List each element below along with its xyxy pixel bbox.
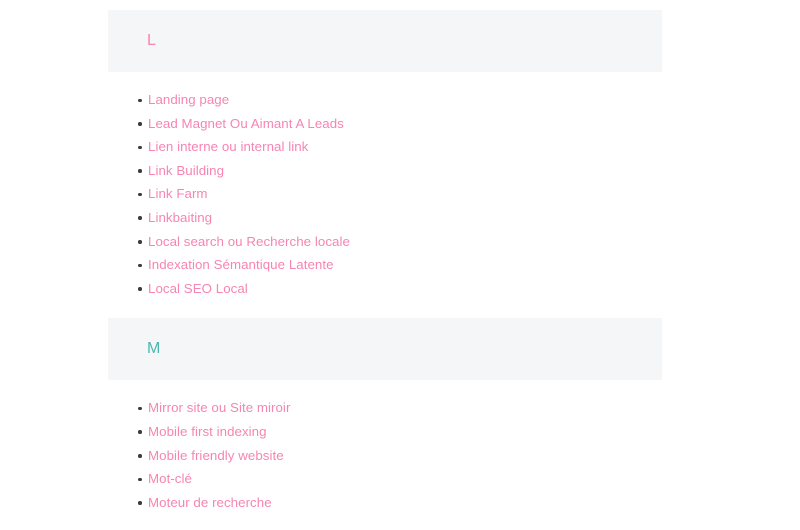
term-link[interactable]: Link Building	[148, 163, 224, 178]
list-item: Mobile first indexing	[0, 420, 800, 444]
term-link[interactable]: Lead Magnet Ou Aimant A Leads	[148, 116, 344, 131]
list-item: Mirror site ou Site miroir	[0, 396, 800, 420]
list-item: Mot-clé	[0, 467, 800, 491]
bullet-icon	[138, 454, 142, 458]
list-item: Local search ou Recherche locale	[0, 230, 800, 254]
bullet-icon	[138, 192, 142, 197]
term-link[interactable]: Mirror site ou Site miroir	[148, 400, 290, 415]
term-link[interactable]: Landing page	[148, 92, 229, 107]
list-item: Linkbaiting	[0, 206, 800, 230]
list-item: Local SEO Local	[0, 277, 800, 301]
list-item: Moteur de recherche	[0, 491, 800, 515]
list-item: Mobile friendly website	[0, 444, 800, 468]
bullet-icon	[138, 263, 142, 268]
term-link[interactable]: Moteur de recherche	[148, 495, 272, 510]
term-link[interactable]: Lien interne ou internal link	[148, 139, 308, 154]
term-link[interactable]: Indexation Sémantique Latente	[148, 257, 334, 272]
bullet-icon	[138, 216, 142, 220]
bullet-icon	[138, 477, 142, 482]
section-header-m: M	[108, 318, 662, 381]
list-item: Indexation Sémantique Latente	[0, 253, 800, 277]
bullet-icon	[138, 98, 142, 102]
list-item: Lead Magnet Ou Aimant A Leads	[0, 112, 800, 136]
section-letter-l: L	[147, 32, 157, 49]
section-header-l: L	[108, 10, 662, 72]
term-list-l: Landing page Lead Magnet Ou Aimant A Lea…	[0, 88, 800, 300]
bullet-icon	[138, 287, 142, 291]
term-link[interactable]: Local SEO Local	[148, 281, 248, 296]
glossary-section-l: L Landing page Lead Magnet Ou Aimant A L…	[0, 10, 800, 300]
term-link[interactable]: Mot-clé	[148, 471, 192, 486]
term-list-m: Mirror site ou Site miroir Mobile first …	[0, 396, 800, 514]
bullet-icon	[138, 240, 142, 244]
list-item: Landing page	[0, 88, 800, 112]
term-link[interactable]: Linkbaiting	[148, 210, 212, 225]
bullet-icon	[138, 430, 142, 434]
list-item: Lien interne ou internal link	[0, 135, 800, 159]
term-link[interactable]: Mobile friendly website	[148, 448, 284, 463]
term-link[interactable]: Mobile first indexing	[148, 424, 267, 439]
glossary-section-m: M Mirror site ou Site miroir Mobile firs…	[0, 318, 800, 514]
term-link[interactable]: Local search ou Recherche locale	[148, 234, 350, 249]
list-item: Link Farm	[0, 182, 800, 206]
bullet-icon	[138, 169, 142, 173]
bullet-icon	[138, 122, 142, 126]
term-link[interactable]: Link Farm	[148, 186, 208, 201]
bullet-icon	[138, 501, 142, 505]
glossary-index: L Landing page Lead Magnet Ou Aimant A L…	[0, 0, 800, 514]
bullet-icon	[138, 145, 142, 150]
page-root: L Landing page Lead Magnet Ou Aimant A L…	[0, 0, 800, 530]
section-letter-m: M	[147, 340, 161, 358]
list-item: Link Building	[0, 159, 800, 183]
bullet-icon	[138, 406, 142, 411]
